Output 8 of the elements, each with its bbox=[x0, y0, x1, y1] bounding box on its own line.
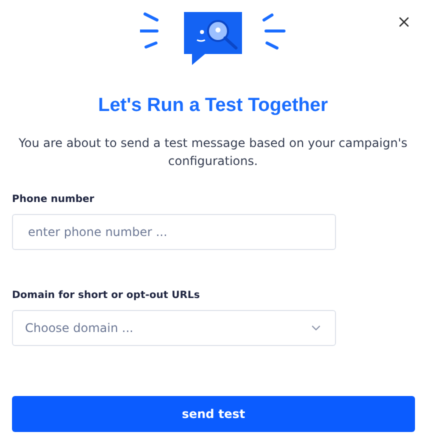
dialog-title: Let's Run a Test Together bbox=[97, 94, 329, 118]
phone-input[interactable]: enter phone number ... bbox=[12, 214, 336, 250]
dialog-description: You are about to send a test message based on your campaign's configurations. bbox=[18, 135, 408, 170]
field-label: Phone number bbox=[12, 193, 96, 207]
send-test-button[interactable]: send test bbox=[12, 396, 415, 432]
domain-select[interactable]: Choose domain ... bbox=[12, 310, 336, 346]
field-label: Domain for short or opt-out URLs bbox=[12, 289, 201, 303]
select-placeholder: Choose domain ... bbox=[25, 320, 134, 337]
